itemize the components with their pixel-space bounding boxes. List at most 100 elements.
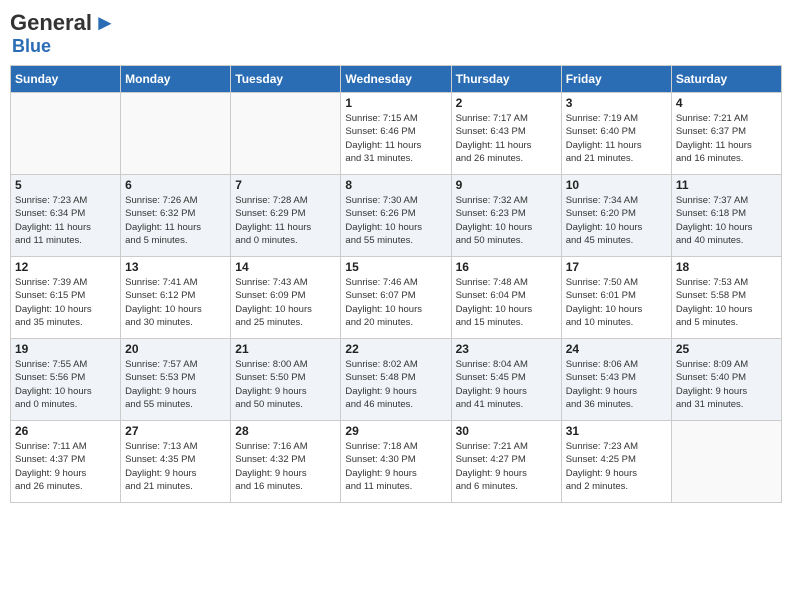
day-info: Sunrise: 7:15 AM Sunset: 6:46 PM Dayligh… [345, 112, 446, 165]
calendar-week-1: 1 Sunrise: 7:15 AM Sunset: 6:46 PM Daylig… [11, 93, 782, 175]
day-number: 15 [345, 260, 446, 274]
day-info: Sunrise: 7:43 AM Sunset: 6:09 PM Dayligh… [235, 276, 336, 329]
day-number: 17 [566, 260, 667, 274]
calendar-table: SundayMondayTuesdayWednesdayThursdayFrid… [10, 65, 782, 503]
calendar-day: 15 Sunrise: 7:46 AM Sunset: 6:07 PM Dayli… [341, 257, 451, 339]
logo-general: General [10, 10, 92, 36]
calendar-day: 16 Sunrise: 7:48 AM Sunset: 6:04 PM Dayli… [451, 257, 561, 339]
day-number: 4 [676, 96, 777, 110]
day-info: Sunrise: 8:06 AM Sunset: 5:43 PM Dayligh… [566, 358, 667, 411]
calendar-week-2: 5 Sunrise: 7:23 AM Sunset: 6:34 PM Daylig… [11, 175, 782, 257]
day-info: Sunrise: 7:57 AM Sunset: 5:53 PM Dayligh… [125, 358, 226, 411]
page-header: General ► Blue [10, 10, 782, 57]
header-tuesday: Tuesday [231, 66, 341, 93]
day-info: Sunrise: 7:26 AM Sunset: 6:32 PM Dayligh… [125, 194, 226, 247]
calendar-day: 26 Sunrise: 7:11 AM Sunset: 4:37 PM Dayli… [11, 421, 121, 503]
day-number: 20 [125, 342, 226, 356]
calendar-day: 2 Sunrise: 7:17 AM Sunset: 6:43 PM Daylig… [451, 93, 561, 175]
logo-blue: Blue [12, 36, 116, 57]
day-info: Sunrise: 7:11 AM Sunset: 4:37 PM Dayligh… [15, 440, 116, 493]
calendar-day: 28 Sunrise: 7:16 AM Sunset: 4:32 PM Dayli… [231, 421, 341, 503]
day-info: Sunrise: 7:30 AM Sunset: 6:26 PM Dayligh… [345, 194, 446, 247]
day-number: 12 [15, 260, 116, 274]
calendar-day: 21 Sunrise: 8:00 AM Sunset: 5:50 PM Dayli… [231, 339, 341, 421]
header-friday: Friday [561, 66, 671, 93]
day-info: Sunrise: 8:09 AM Sunset: 5:40 PM Dayligh… [676, 358, 777, 411]
calendar-day: 20 Sunrise: 7:57 AM Sunset: 5:53 PM Dayli… [121, 339, 231, 421]
header-saturday: Saturday [671, 66, 781, 93]
day-info: Sunrise: 7:16 AM Sunset: 4:32 PM Dayligh… [235, 440, 336, 493]
day-number: 13 [125, 260, 226, 274]
day-number: 25 [676, 342, 777, 356]
day-number: 14 [235, 260, 336, 274]
header-sunday: Sunday [11, 66, 121, 93]
calendar-day: 3 Sunrise: 7:19 AM Sunset: 6:40 PM Daylig… [561, 93, 671, 175]
day-number: 23 [456, 342, 557, 356]
day-number: 24 [566, 342, 667, 356]
day-number: 7 [235, 178, 336, 192]
day-number: 1 [345, 96, 446, 110]
day-number: 28 [235, 424, 336, 438]
calendar-day: 22 Sunrise: 8:02 AM Sunset: 5:48 PM Dayli… [341, 339, 451, 421]
day-number: 31 [566, 424, 667, 438]
day-info: Sunrise: 7:28 AM Sunset: 6:29 PM Dayligh… [235, 194, 336, 247]
calendar-day: 18 Sunrise: 7:53 AM Sunset: 5:58 PM Dayli… [671, 257, 781, 339]
calendar-day: 29 Sunrise: 7:18 AM Sunset: 4:30 PM Dayli… [341, 421, 451, 503]
day-number: 8 [345, 178, 446, 192]
day-number: 26 [15, 424, 116, 438]
day-info: Sunrise: 7:48 AM Sunset: 6:04 PM Dayligh… [456, 276, 557, 329]
day-info: Sunrise: 7:34 AM Sunset: 6:20 PM Dayligh… [566, 194, 667, 247]
day-info: Sunrise: 7:50 AM Sunset: 6:01 PM Dayligh… [566, 276, 667, 329]
day-info: Sunrise: 7:46 AM Sunset: 6:07 PM Dayligh… [345, 276, 446, 329]
day-number: 18 [676, 260, 777, 274]
day-number: 21 [235, 342, 336, 356]
calendar-day [671, 421, 781, 503]
day-info: Sunrise: 7:55 AM Sunset: 5:56 PM Dayligh… [15, 358, 116, 411]
calendar-week-5: 26 Sunrise: 7:11 AM Sunset: 4:37 PM Dayli… [11, 421, 782, 503]
day-info: Sunrise: 7:39 AM Sunset: 6:15 PM Dayligh… [15, 276, 116, 329]
day-number: 5 [15, 178, 116, 192]
day-info: Sunrise: 8:00 AM Sunset: 5:50 PM Dayligh… [235, 358, 336, 411]
calendar-day: 25 Sunrise: 8:09 AM Sunset: 5:40 PM Dayli… [671, 339, 781, 421]
day-info: Sunrise: 7:19 AM Sunset: 6:40 PM Dayligh… [566, 112, 667, 165]
calendar-day: 12 Sunrise: 7:39 AM Sunset: 6:15 PM Dayli… [11, 257, 121, 339]
day-info: Sunrise: 7:13 AM Sunset: 4:35 PM Dayligh… [125, 440, 226, 493]
calendar-day: 1 Sunrise: 7:15 AM Sunset: 6:46 PM Daylig… [341, 93, 451, 175]
calendar-day: 9Sunrise: 7:32 AM Sunset: 6:23 PM Daylig… [451, 175, 561, 257]
header-monday: Monday [121, 66, 231, 93]
day-info: Sunrise: 7:53 AM Sunset: 5:58 PM Dayligh… [676, 276, 777, 329]
logo-arrow-icon: ► [94, 10, 116, 36]
day-number: 27 [125, 424, 226, 438]
day-info: Sunrise: 7:32 AM Sunset: 6:23 PM Dayligh… [456, 194, 557, 247]
calendar-day: 31 Sunrise: 7:23 AM Sunset: 4:25 PM Dayli… [561, 421, 671, 503]
header-thursday: Thursday [451, 66, 561, 93]
day-number: 3 [566, 96, 667, 110]
day-number: 2 [456, 96, 557, 110]
calendar-day [11, 93, 121, 175]
calendar-day: 17 Sunrise: 7:50 AM Sunset: 6:01 PM Dayli… [561, 257, 671, 339]
day-info: Sunrise: 8:02 AM Sunset: 5:48 PM Dayligh… [345, 358, 446, 411]
day-info: Sunrise: 7:23 AM Sunset: 6:34 PM Dayligh… [15, 194, 116, 247]
day-number: 11 [676, 178, 777, 192]
calendar-header-row: SundayMondayTuesdayWednesdayThursdayFrid… [11, 66, 782, 93]
day-number: 6 [125, 178, 226, 192]
day-number: 30 [456, 424, 557, 438]
day-number: 10 [566, 178, 667, 192]
day-info: Sunrise: 7:37 AM Sunset: 6:18 PM Dayligh… [676, 194, 777, 247]
calendar-day: 13Sunrise: 7:41 AM Sunset: 6:12 PM Dayli… [121, 257, 231, 339]
day-info: Sunrise: 7:18 AM Sunset: 4:30 PM Dayligh… [345, 440, 446, 493]
calendar-day: 4Sunrise: 7:21 AM Sunset: 6:37 PM Daylig… [671, 93, 781, 175]
calendar-day: 27 Sunrise: 7:13 AM Sunset: 4:35 PM Dayli… [121, 421, 231, 503]
day-number: 16 [456, 260, 557, 274]
day-number: 29 [345, 424, 446, 438]
calendar-week-4: 19Sunrise: 7:55 AM Sunset: 5:56 PM Dayli… [11, 339, 782, 421]
calendar-day: 10 Sunrise: 7:34 AM Sunset: 6:20 PM Dayli… [561, 175, 671, 257]
day-info: Sunrise: 7:17 AM Sunset: 6:43 PM Dayligh… [456, 112, 557, 165]
calendar-day: 24 Sunrise: 8:06 AM Sunset: 5:43 PM Dayli… [561, 339, 671, 421]
calendar-day: 11 Sunrise: 7:37 AM Sunset: 6:18 PM Dayli… [671, 175, 781, 257]
calendar-day: 30Sunrise: 7:21 AM Sunset: 4:27 PM Dayli… [451, 421, 561, 503]
calendar-day [121, 93, 231, 175]
calendar-day: 6 Sunrise: 7:26 AM Sunset: 6:32 PM Daylig… [121, 175, 231, 257]
day-number: 22 [345, 342, 446, 356]
day-info: Sunrise: 7:23 AM Sunset: 4:25 PM Dayligh… [566, 440, 667, 493]
